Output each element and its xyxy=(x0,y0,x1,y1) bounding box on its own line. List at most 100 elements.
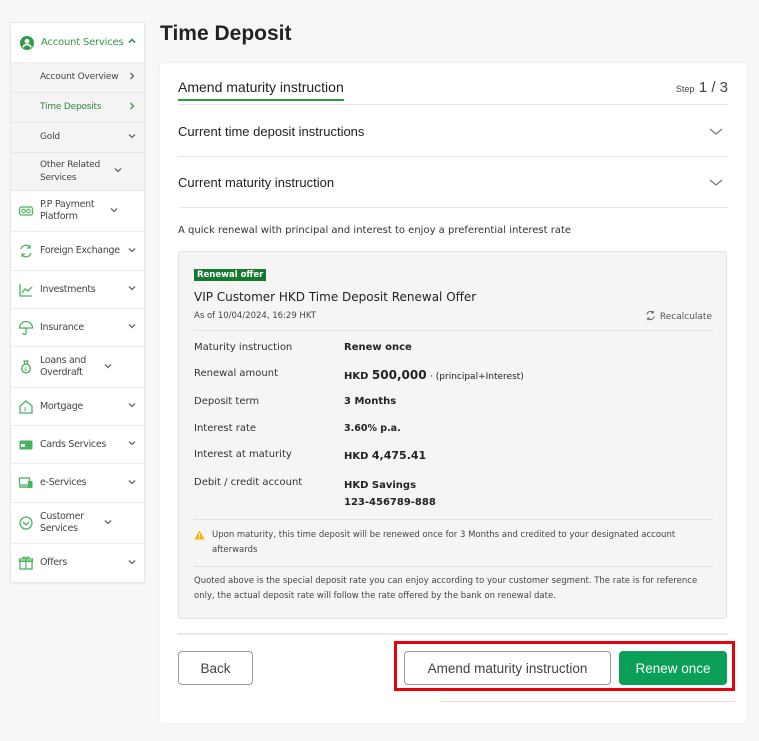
sidebar-item-investments[interactable]: Investments xyxy=(11,271,144,309)
row-label: Deposit term xyxy=(194,396,260,407)
gift-icon xyxy=(18,555,34,571)
sidebar-item-pp-payment-platform[interactable]: P.P Payment Platform xyxy=(11,191,144,232)
chevron-down-icon xyxy=(124,321,140,334)
currency: HKD xyxy=(344,451,369,462)
divider xyxy=(194,566,713,567)
sidebar-subitem-label: Other Related Services xyxy=(40,159,100,183)
sidebar-item-label: Loans and Overdraft xyxy=(40,355,86,378)
renew-once-button[interactable]: Renew once xyxy=(619,651,727,685)
row-label: Maturity instruction xyxy=(194,342,293,353)
chevron-down-icon xyxy=(708,173,728,192)
recalculate-label: Recalculate xyxy=(659,312,712,322)
chevron-down-icon xyxy=(100,361,116,374)
sidebar-item-foreign-exchange[interactable]: Foreign Exchange xyxy=(11,232,144,271)
amount-suffix: · (principal+Interest) xyxy=(430,372,524,382)
recalculate-button[interactable]: Recalculate xyxy=(645,310,712,324)
intro-text: A quick renewal with principal and inter… xyxy=(178,225,572,236)
chevron-down-icon xyxy=(124,131,140,144)
maturity-warning: Upon maturity, this time deposit will be… xyxy=(194,528,714,558)
sidebar-item-label: Investments xyxy=(40,283,96,295)
sidebar-subitem-label: Account Overview xyxy=(40,72,119,82)
sidebar-subitem-label: Time Deposits xyxy=(40,102,102,112)
row-value: HKD 4,475.41 xyxy=(344,449,426,462)
sidebar-subitem-gold[interactable]: Gold xyxy=(11,123,144,153)
renewal-offer-badge: Renewal offer xyxy=(194,269,267,281)
highlight-shadow xyxy=(440,701,735,702)
currency: HKD xyxy=(344,371,369,382)
divider xyxy=(194,330,713,331)
chevron-down-icon xyxy=(100,517,116,530)
sidebar-subitem-account-overview[interactable]: Account Overview xyxy=(11,63,144,93)
accordion-current-time-deposit-instructions[interactable]: Current time deposit instructions xyxy=(178,106,728,157)
tab-bar: Amend maturity instruction Step 1 / 3 xyxy=(178,77,728,105)
sidebar-item-mortgage[interactable]: $ Mortgage xyxy=(11,388,144,426)
footer-divider xyxy=(178,633,728,635)
sidebar-item-label: Foreign Exchange xyxy=(40,245,120,256)
sidebar-item-offers[interactable]: Offers xyxy=(11,544,144,582)
sidebar-item-e-services[interactable]: e-Services xyxy=(11,464,144,503)
sidebar-submenu: Account Overview Time Deposits Gold Othe… xyxy=(11,63,144,191)
sidebar-item-label: Insurance xyxy=(40,321,84,333)
warning-text: Upon maturity, this time deposit will be… xyxy=(212,530,676,555)
sidebar-item-label: P.P Payment Platform xyxy=(40,199,95,222)
row-label: Interest rate xyxy=(194,423,257,434)
sidebar-nav: Account Services Account Overview Time D… xyxy=(10,22,145,583)
umbrella-icon xyxy=(18,320,34,336)
sidebar-subitem-other-related-services[interactable]: Other Related Services xyxy=(11,153,144,191)
svg-text:$: $ xyxy=(24,367,27,373)
rate-disclaimer: Quoted above is the special deposit rate… xyxy=(194,576,698,601)
svg-text:$: $ xyxy=(24,407,27,413)
sidebar-subitem-label: Gold xyxy=(40,132,60,142)
chevron-down-icon xyxy=(124,477,140,490)
page-title: Time Deposit xyxy=(160,22,292,45)
sidebar-item-label: e-Services xyxy=(40,477,87,488)
offer-timestamp: As of 10/04/2024, 16:29 HKT xyxy=(194,311,316,321)
sidebar-item-label: Offers xyxy=(40,557,68,568)
chevron-down-icon xyxy=(124,283,140,296)
refresh-icon xyxy=(645,310,656,324)
back-button[interactable]: Back xyxy=(178,651,253,685)
step-prefix: Step xyxy=(675,84,695,94)
sidebar-item-cards-services[interactable]: Cards Services xyxy=(11,426,144,464)
row-value: Renew once xyxy=(344,342,412,353)
house-icon: $ xyxy=(18,399,34,415)
chevron-down-icon xyxy=(124,557,140,570)
chevron-down-icon xyxy=(110,165,126,178)
chevron-down-icon xyxy=(708,122,728,141)
sidebar-item-label: Account Services xyxy=(41,37,124,48)
offer-title: VIP Customer HKD Time Deposit Renewal Of… xyxy=(194,290,477,304)
row-value: HKD 500,000 · (principal+Interest) xyxy=(344,368,524,382)
sidebar-item-customer-services[interactable]: Customer Services xyxy=(11,503,144,544)
support-icon xyxy=(18,515,34,531)
sidebar-item-account-services[interactable]: Account Services xyxy=(11,23,144,63)
exchange-icon xyxy=(18,243,34,259)
user-circle-icon xyxy=(19,35,35,51)
tab-amend-maturity-instruction[interactable]: Amend maturity instruction xyxy=(178,79,344,101)
chevron-down-icon xyxy=(124,400,140,413)
amend-maturity-instruction-button[interactable]: Amend maturity instruction xyxy=(404,651,611,685)
accordion-label: Current maturity instruction xyxy=(178,174,335,190)
divider xyxy=(194,519,713,520)
row-value: HKD Savings 123-456789-888 xyxy=(344,477,436,511)
row-label: Debit / credit account xyxy=(194,477,303,488)
money-bag-icon: $ xyxy=(18,359,34,375)
chevron-down-icon xyxy=(106,205,122,218)
account-number: 123-456789-888 xyxy=(344,497,436,508)
row-label: Renewal amount xyxy=(194,368,278,379)
devices-icon xyxy=(18,475,34,491)
accordion-current-maturity-instruction[interactable]: Current maturity instruction xyxy=(178,157,728,208)
chevron-right-icon xyxy=(124,71,140,84)
sidebar-subitem-time-deposits[interactable]: Time Deposits xyxy=(11,93,144,123)
row-value: 3.60% p.a. xyxy=(344,423,401,434)
sidebar-item-label: Cards Services xyxy=(40,438,107,450)
payment-icon xyxy=(18,203,34,219)
sidebar-item-label: Customer Services xyxy=(40,511,84,534)
chevron-down-icon xyxy=(124,245,140,258)
warning-icon xyxy=(194,530,205,546)
row-value: 3 Months xyxy=(344,396,397,407)
amount: 500,000 xyxy=(371,368,427,382)
chevron-up-icon[interactable] xyxy=(124,36,140,49)
sidebar-item-insurance[interactable]: Insurance xyxy=(11,309,144,347)
sidebar-item-loans-and-overdraft[interactable]: $ Loans and Overdraft xyxy=(11,347,144,388)
chevron-down-icon xyxy=(124,438,140,451)
